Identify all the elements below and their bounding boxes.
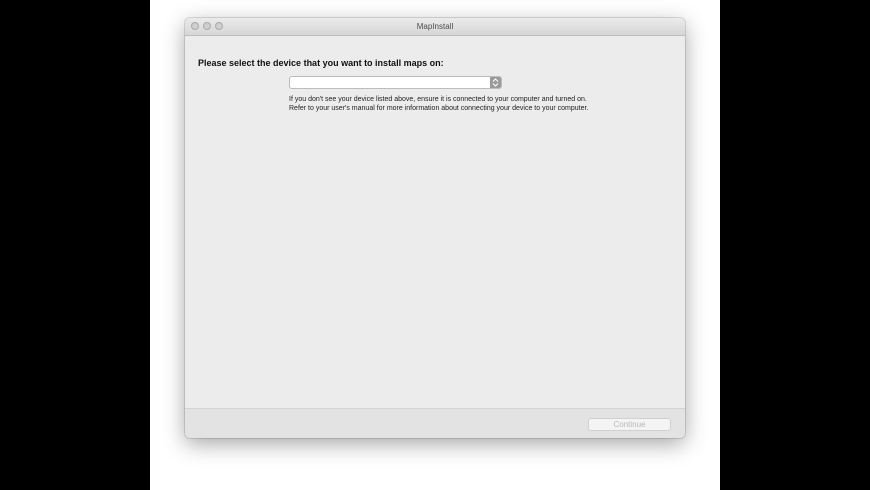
device-selection-heading: Please select the device that you want t… <box>198 58 444 68</box>
connection-help-text: If you don't see your device listed abov… <box>289 96 589 112</box>
mapinstall-window: MapInstall Please select the device that… <box>185 18 685 438</box>
select-arrows-icon[interactable] <box>490 77 501 88</box>
title-bar[interactable]: MapInstall <box>185 18 685 36</box>
window-title: MapInstall <box>416 22 454 31</box>
footer-bar: Continue <box>185 408 685 438</box>
continue-button[interactable]: Continue <box>588 418 671 431</box>
device-select[interactable] <box>289 76 502 89</box>
